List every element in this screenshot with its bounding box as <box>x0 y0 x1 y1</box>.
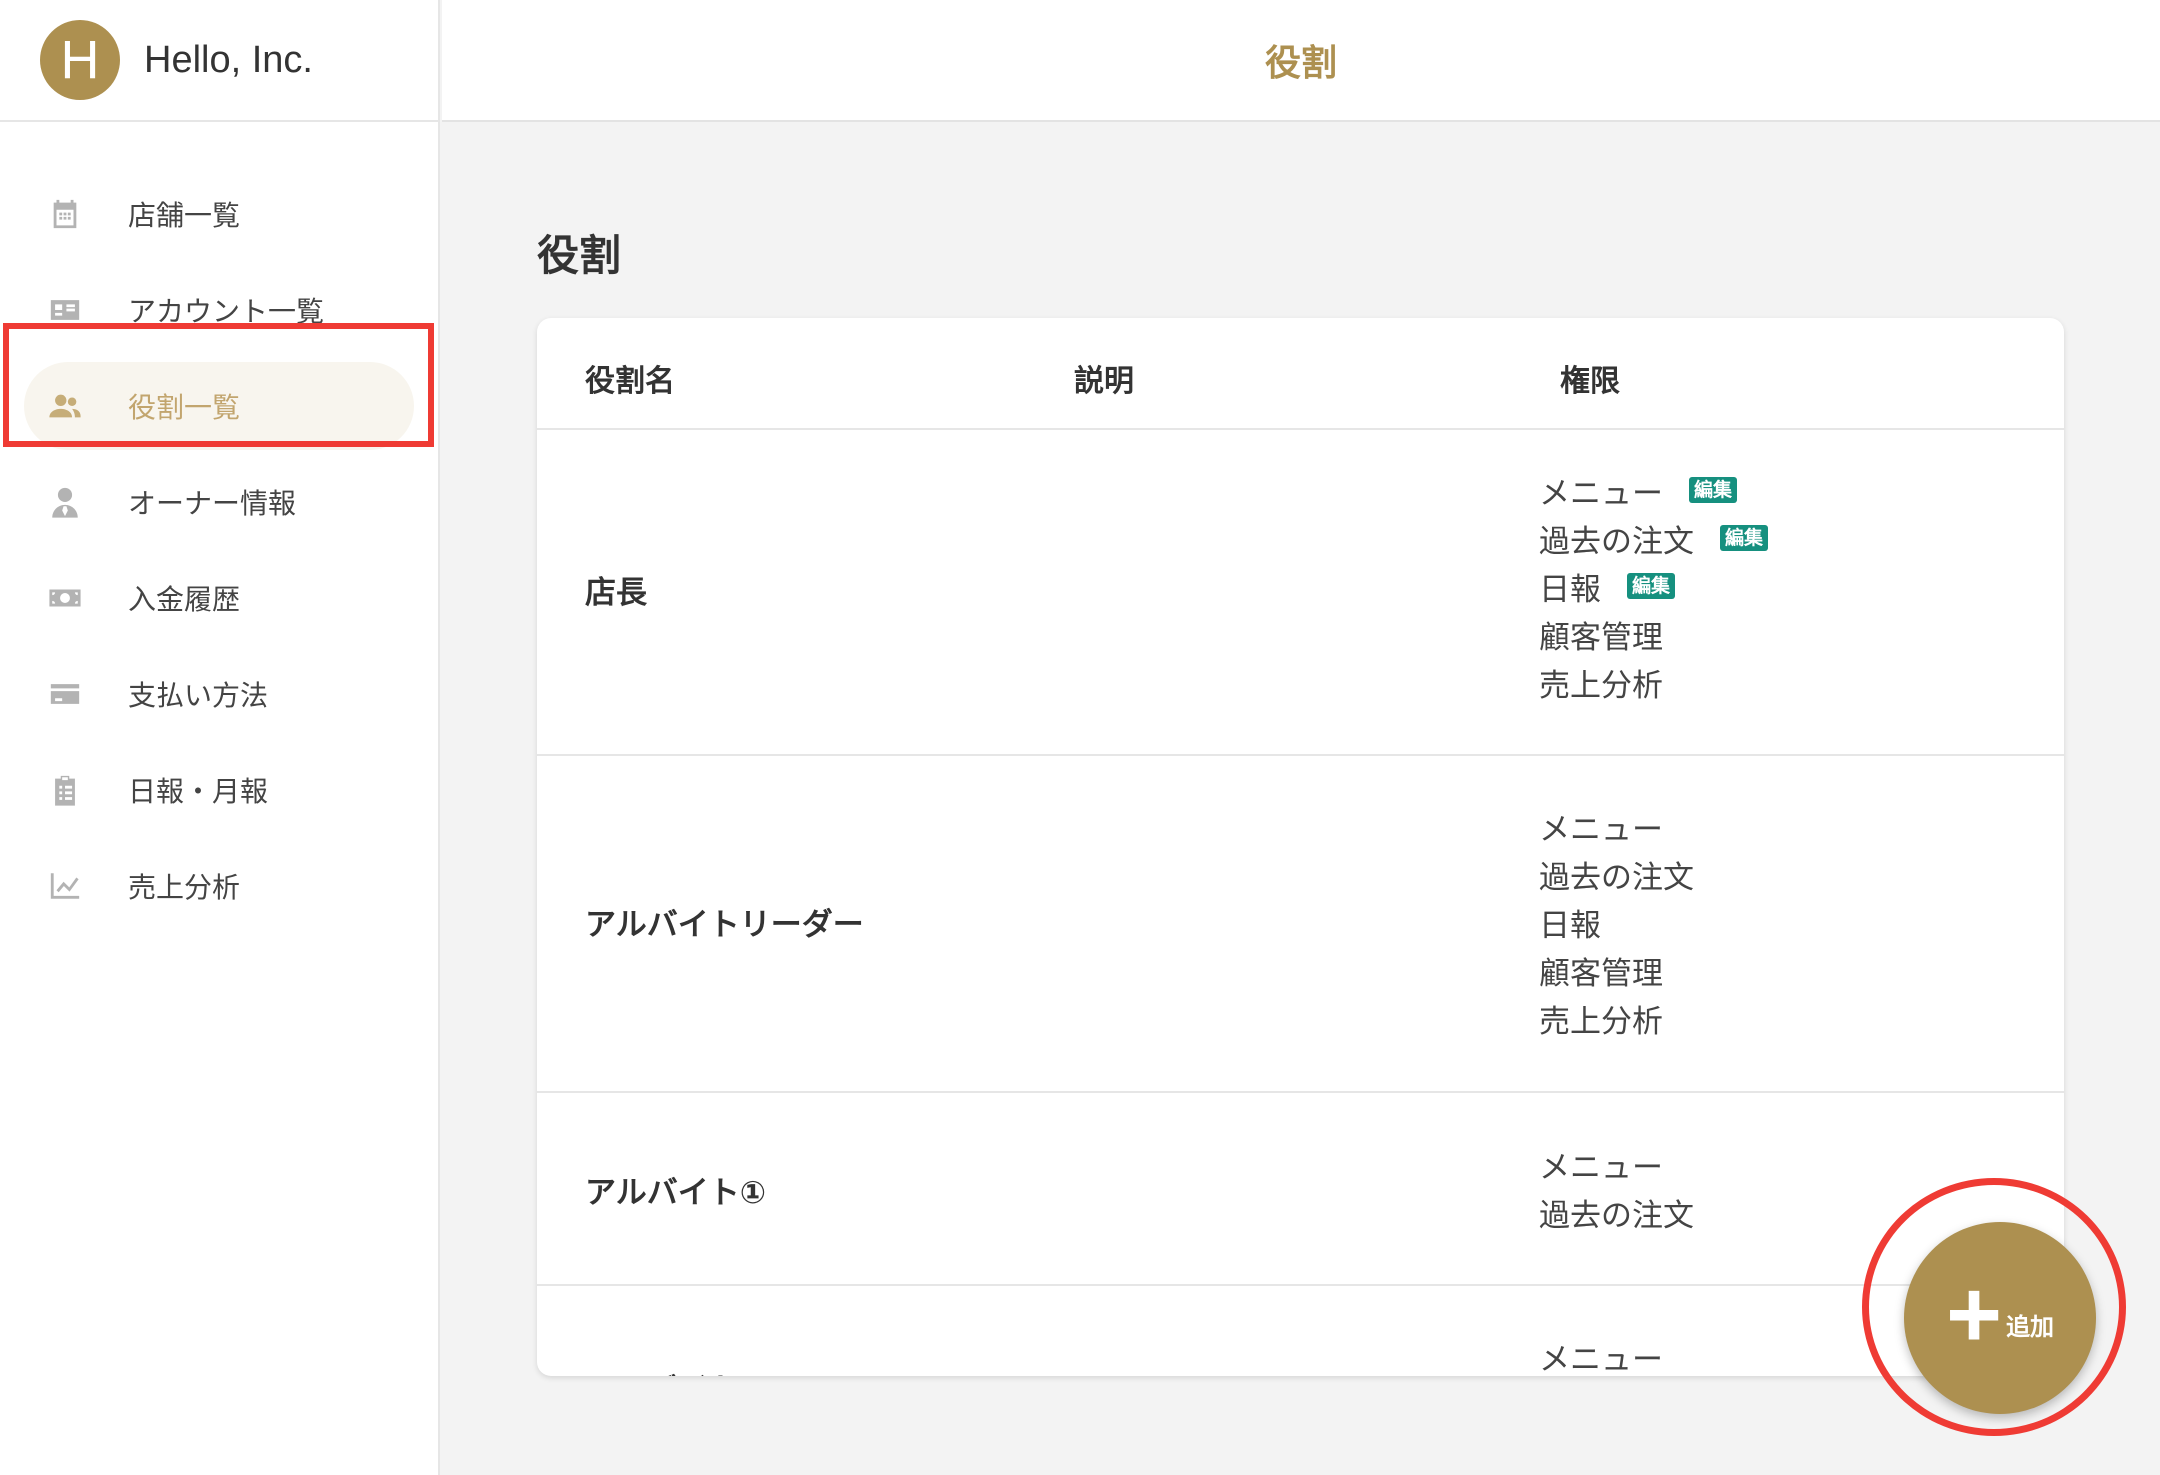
sidebar-item-label: 売上分析 <box>128 871 241 904</box>
permission-label: メニュー <box>1539 811 1663 848</box>
top-bar: 役割 <box>442 0 2160 122</box>
permission-item: 顧客管理 <box>1539 610 1768 658</box>
clipboard-list-icon <box>48 773 82 807</box>
permission-item: 売上分析 <box>1539 658 1768 706</box>
sidebar-item-label: 日報・月報 <box>128 775 269 808</box>
table-row[interactable]: アルバイトリーダー メニュー 過去の注文 日報 顧客管理 売上分析 <box>537 756 2064 1093</box>
role-name: 店長 <box>585 575 647 611</box>
sidebar-item-label: 入金履歴 <box>128 583 241 616</box>
roles-table: 役割名 説明 権限 店長 メニュー 編集 過去の注文 編集 日報 編集 顧客管理 売上… <box>537 318 2064 1376</box>
permissions-list: メニュー <box>1539 1332 1663 1377</box>
sidebar-item-reports[interactable]: 日報・月報 <box>0 742 438 838</box>
sidebar-item-deposits[interactable]: 入金履歴 <box>0 550 438 646</box>
column-header-permissions: 権限 <box>1560 364 1620 399</box>
permission-label: メニュー <box>1539 1341 1663 1377</box>
permission-item: 過去の注文 編集 <box>1539 514 1769 562</box>
sidebar-item-owner[interactable]: オーナー情報 <box>0 454 438 550</box>
permissions-list: メニュー 編集 過去の注文 編集 日報 編集 顧客管理 売上分析 <box>1539 466 1769 706</box>
money-bill-icon <box>48 581 82 615</box>
sidebar-item-sales-analysis[interactable]: 売上分析 <box>0 838 438 934</box>
table-row[interactable]: アルバイト① メニュー 過去の注文 <box>537 1093 2064 1286</box>
brand-name: Hello, Inc. <box>144 38 313 81</box>
sidebar: H Hello, Inc. 店舗一覧 アカウント一覧 役割一覧 オーナー情報 入… <box>0 0 440 1475</box>
chart-line-icon <box>48 869 82 903</box>
table-row[interactable]: アルバイト② メニュー <box>537 1286 2064 1377</box>
calendar-icon <box>48 197 82 231</box>
edit-badge: 編集 <box>1720 525 1769 551</box>
permission-label: 顧客管理 <box>1539 619 1663 656</box>
role-name: アルバイト② <box>585 1364 766 1376</box>
role-name: アルバイト① <box>585 1175 766 1211</box>
permission-item: メニュー 編集 <box>1539 466 1768 514</box>
permission-item: メニュー <box>1539 1332 1663 1377</box>
table-header: 役割名 説明 権限 <box>537 318 2064 430</box>
permission-label: メニュー <box>1539 475 1663 512</box>
brand[interactable]: H Hello, Inc. <box>0 0 438 122</box>
brand-logo: H <box>40 20 120 100</box>
sidebar-item-payment[interactable]: 支払い方法 <box>0 646 438 742</box>
permission-item: メニュー <box>1539 802 1694 850</box>
permission-label: 過去の注文 <box>1539 859 1694 896</box>
permission-item: 日報 編集 <box>1539 562 1768 610</box>
permission-item: メニュー <box>1539 1140 1694 1188</box>
column-header-description: 説明 <box>1074 364 1134 399</box>
table-row[interactable]: 店長 メニュー 編集 過去の注文 編集 日報 編集 顧客管理 売上分析 <box>537 430 2064 756</box>
header-title: 役割 <box>1264 43 1337 84</box>
page-title: 役割 <box>537 231 622 280</box>
edit-badge: 編集 <box>1689 477 1738 503</box>
permissions-list: メニュー 過去の注文 日報 顧客管理 売上分析 <box>1539 802 1694 1042</box>
permissions-list: メニュー 過去の注文 <box>1539 1140 1694 1236</box>
permission-label: 過去の注文 <box>1539 1197 1694 1234</box>
permission-item: 売上分析 <box>1539 994 1694 1042</box>
permission-label: 売上分析 <box>1539 1003 1663 1040</box>
add-role-button[interactable]: + 追加 <box>1904 1222 2096 1414</box>
permission-label: 日報 <box>1539 571 1601 608</box>
permission-label: 顧客管理 <box>1539 955 1663 992</box>
plus-icon: + <box>1945 1261 2003 1368</box>
permission-label: 日報 <box>1539 907 1601 944</box>
add-button-label: 追加 <box>2006 1313 2055 1341</box>
permission-item: 日報 <box>1539 898 1694 946</box>
sidebar-item-stores[interactable]: 店舗一覧 <box>0 166 438 262</box>
column-header-role-name: 役割名 <box>585 364 675 399</box>
sidebar-item-label: オーナー情報 <box>128 487 297 520</box>
user-tie-icon <box>48 485 82 519</box>
permission-label: メニュー <box>1539 1149 1663 1186</box>
highlight-box <box>3 323 434 447</box>
role-name: アルバイトリーダー <box>585 907 864 943</box>
credit-card-icon <box>48 677 82 711</box>
permission-item: 顧客管理 <box>1539 946 1694 994</box>
permission-item: 過去の注文 <box>1539 850 1694 898</box>
permission-item: 過去の注文 <box>1539 1188 1694 1236</box>
sidebar-nav: 店舗一覧 アカウント一覧 役割一覧 オーナー情報 入金履歴 支払い方法 日報・月… <box>0 166 438 934</box>
permission-label: 売上分析 <box>1539 667 1663 704</box>
sidebar-item-label: 支払い方法 <box>128 679 269 712</box>
permission-label: 過去の注文 <box>1539 523 1694 560</box>
sidebar-item-label: 店舗一覧 <box>128 199 241 232</box>
id-card-icon <box>48 293 82 327</box>
edit-badge: 編集 <box>1627 573 1676 599</box>
